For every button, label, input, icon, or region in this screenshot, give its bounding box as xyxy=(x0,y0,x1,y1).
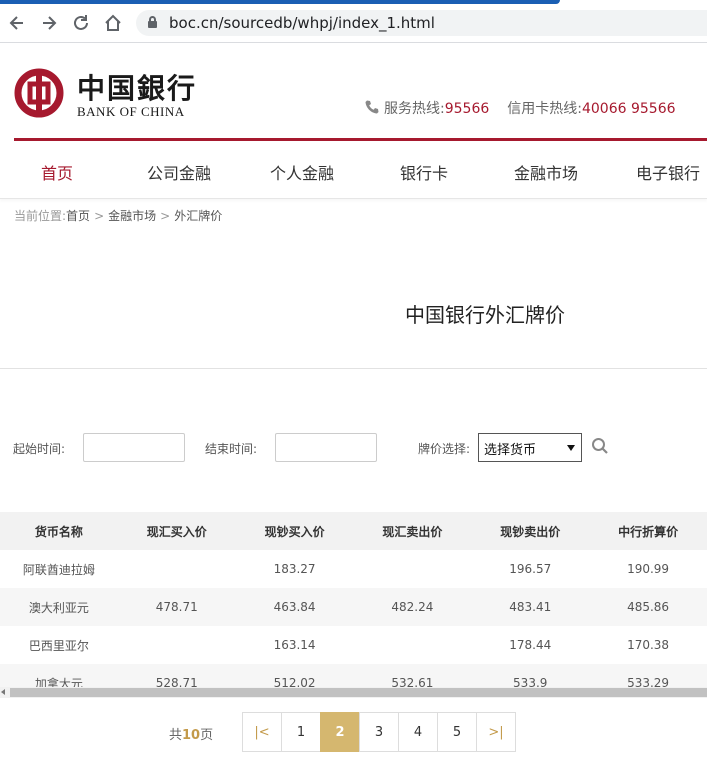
table-cell: 巴西里亚尔 xyxy=(28,638,89,653)
reload-icon[interactable] xyxy=(71,13,91,33)
table-cell: 阿联酋迪拉姆 xyxy=(22,562,95,577)
table-cell: 533.29 xyxy=(589,664,707,687)
table-cell: 163.14 xyxy=(273,638,316,652)
table-cell: 178.44 xyxy=(509,638,552,652)
phone-icon xyxy=(364,99,380,115)
forward-arrow-icon[interactable] xyxy=(39,13,59,33)
table-cell: 512.02 xyxy=(235,664,354,687)
table-cell: 190.99 xyxy=(627,562,670,576)
column-header-spot-buy: 现汇买入价 xyxy=(117,512,236,550)
nav-item-home[interactable]: 首页 xyxy=(41,160,73,184)
table-row: 加拿大元 528.71 512.02 532.61 533.9 533.29 xyxy=(0,664,707,687)
column-header-cash-buy: 现钞买入价 xyxy=(235,512,354,550)
logo-english-text: BANK OF CHINA xyxy=(77,104,185,119)
lock-icon xyxy=(148,16,157,28)
total-pages-count: 10 xyxy=(182,728,201,743)
bank-logo-icon[interactable] xyxy=(14,68,64,118)
pagination: |< 1 2 3 4 5 >| xyxy=(242,712,516,752)
last-page-button[interactable]: >| xyxy=(476,712,516,752)
table-row: 阿联酋迪拉姆 183.27 196.57 190.99 xyxy=(0,550,707,588)
nav-item-bank-card[interactable]: 银行卡 xyxy=(400,160,448,184)
page-button-2[interactable]: 2 xyxy=(320,712,360,752)
table-cell xyxy=(353,550,471,588)
nav-item-e-banking[interactable]: 电子银行 xyxy=(636,160,700,184)
end-time-label: 结束时间: xyxy=(205,442,258,456)
table-cell: 528.71 xyxy=(117,664,236,687)
page-button-4[interactable]: 4 xyxy=(398,712,438,752)
table-cell xyxy=(118,550,236,588)
table-cell: 196.57 xyxy=(509,562,552,576)
nav-item-personal-banking[interactable]: 个人金融 xyxy=(270,160,334,184)
table-cell: 澳大利亚元 xyxy=(0,588,118,626)
address-bar[interactable]: boc.cn/sourcedb/whpj/index_1.html xyxy=(136,10,707,36)
table-cell: 170.38 xyxy=(627,638,670,652)
column-header-cash-sell: 现钞卖出价 xyxy=(471,512,590,550)
chevron-right-icon: > xyxy=(94,209,105,223)
table-cell: 483.41 xyxy=(471,588,590,626)
rates-table-container[interactable]: 货币名称 现汇买入价 现钞买入价 现汇卖出价 现钞卖出价 中行折算价 阿联酋迪拉… xyxy=(0,512,707,687)
url-text: boc.cn/sourcedb/whpj/index_1.html xyxy=(169,14,435,32)
chevron-down-icon xyxy=(567,445,575,451)
page-button-1[interactable]: 1 xyxy=(281,712,321,752)
scrollbar-thumb[interactable] xyxy=(10,688,707,697)
breadcrumb-prefix: 当前位置: xyxy=(14,209,67,223)
search-icon[interactable] xyxy=(591,437,609,455)
home-icon[interactable] xyxy=(103,13,123,33)
page-title: 中国银行外汇牌价 xyxy=(405,303,565,327)
currency-select[interactable]: 选择货币 xyxy=(478,433,582,462)
browser-divider xyxy=(0,42,707,43)
breadcrumb-item-home[interactable]: 首页 xyxy=(66,209,90,223)
column-header-boc-conversion: 中行折算价 xyxy=(589,512,707,550)
breadcrumb-item-financial-markets[interactable]: 金融市场 xyxy=(108,209,156,223)
column-header-currency: 货币名称 xyxy=(0,512,118,550)
main-navigation: 首页 公司金融 个人金融 银行卡 金融市场 电子银行 xyxy=(0,141,707,199)
logo-chinese-text: 中国銀行 xyxy=(77,72,198,105)
table-header-row: 货币名称 现汇买入价 现钞买入价 现汇卖出价 现钞卖出价 中行折算价 xyxy=(0,512,707,550)
table-cell: 463.84 xyxy=(235,588,354,626)
end-time-input[interactable] xyxy=(275,433,377,462)
column-header-spot-sell: 现汇卖出价 xyxy=(353,512,472,550)
table-cell: 加拿大元 xyxy=(0,664,118,687)
currency-select-label: 牌价选择: xyxy=(418,442,471,456)
hotline-info: 服务热线:95566 信用卡热线:40066 95566 xyxy=(364,98,676,118)
browser-toolbar: boc.cn/sourcedb/whpj/index_1.html xyxy=(0,4,707,42)
total-pages-text: 共10页 xyxy=(169,728,214,743)
table-row: 巴西里亚尔 163.14 178.44 170.38 xyxy=(0,626,707,664)
card-hotline-label: 信用卡热线: xyxy=(507,101,582,117)
table-cell: 532.61 xyxy=(353,664,472,687)
table-cell: 533.9 xyxy=(471,664,590,687)
page-button-3[interactable]: 3 xyxy=(359,712,399,752)
breadcrumb-item-fx-rates: 外汇牌价 xyxy=(174,209,223,223)
table-cell: 482.24 xyxy=(353,588,472,626)
title-divider xyxy=(0,368,707,369)
table-cell xyxy=(118,626,236,664)
card-hotline-number: 40066 95566 xyxy=(581,101,676,117)
chevron-right-icon: > xyxy=(160,209,171,223)
table-cell: 485.86 xyxy=(589,588,707,626)
table-cell xyxy=(353,626,471,664)
scroll-left-arrow-icon[interactable] xyxy=(1,689,5,695)
page-button-5[interactable]: 5 xyxy=(437,712,477,752)
nav-item-financial-markets[interactable]: 金融市场 xyxy=(514,160,578,184)
table-cell: 183.27 xyxy=(273,562,316,576)
currency-select-value: 选择货币 xyxy=(484,443,537,458)
service-hotline-label: 服务热线: xyxy=(384,101,445,117)
service-hotline-number: 95566 xyxy=(444,101,490,117)
first-page-button[interactable]: |< xyxy=(242,712,282,752)
horizontal-scrollbar[interactable] xyxy=(0,687,707,698)
breadcrumb: 当前位置:首页 > 金融市场 > 外汇牌价 xyxy=(14,207,222,224)
back-arrow-icon[interactable] xyxy=(7,13,27,33)
start-time-label: 起始时间: xyxy=(13,442,66,456)
start-time-input[interactable] xyxy=(83,433,185,462)
table-row: 澳大利亚元 478.71 463.84 482.24 483.41 485.86 xyxy=(0,588,707,626)
rates-table: 货币名称 现汇买入价 现钞买入价 现汇卖出价 现钞卖出价 中行折算价 阿联酋迪拉… xyxy=(0,512,707,687)
nav-item-corporate-banking[interactable]: 公司金融 xyxy=(147,160,211,184)
table-cell: 478.71 xyxy=(117,588,236,626)
